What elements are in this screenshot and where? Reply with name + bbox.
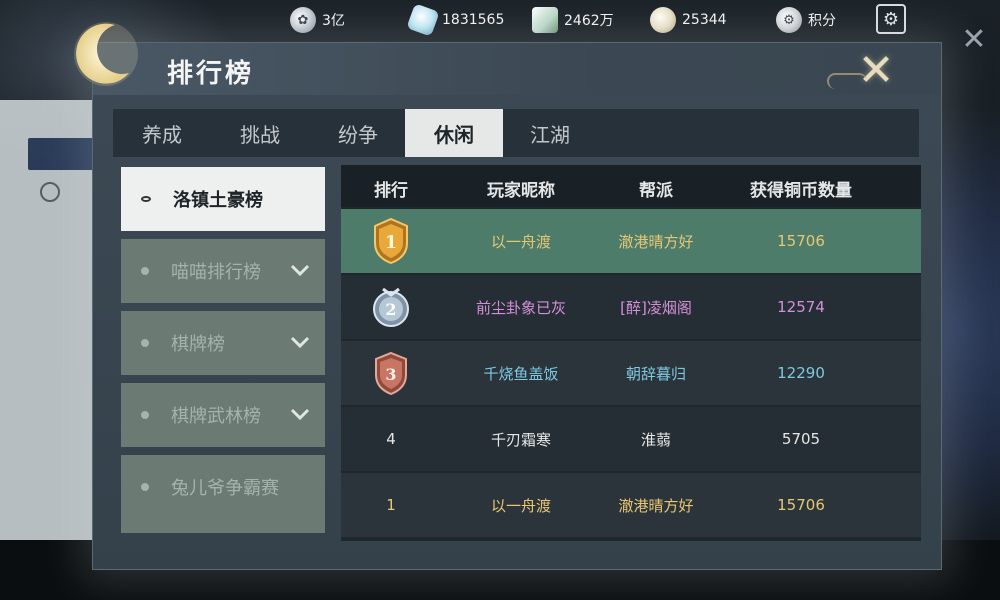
bullet-icon <box>141 339 149 347</box>
leaderboard-panel: 排行榜 ✕ 养成 挑战 纷争 休闲 江湖 洛镇土豪榜 喵喵排行榜 棋牌榜 棋牌武… <box>74 22 942 570</box>
resource-bar: ✿ 3亿 1831565 2462万 25344 ⚙ 积分 ⚙ <box>0 0 1000 40</box>
category-item-meow[interactable]: 喵喵排行榜 <box>121 239 325 303</box>
player-name: 以一舟渡 <box>490 496 551 515</box>
category-item-chess-wulin[interactable]: 棋牌武林榜 <box>121 383 325 447</box>
tab-challenge[interactable]: 挑战 <box>211 109 309 157</box>
category-label: 棋牌武林榜 <box>171 406 261 427</box>
resource-coins[interactable]: ✿ 3亿 <box>290 7 345 33</box>
tab-conflict[interactable]: 纷争 <box>309 109 407 157</box>
guild-name: 澈港晴方好 <box>618 496 694 515</box>
background-side-panel <box>0 100 100 540</box>
rank-cell: 1 <box>341 209 441 273</box>
category-tab-bar: 养成 挑战 纷争 休闲 江湖 <box>113 109 919 157</box>
category-item-chess[interactable]: 棋牌榜 <box>121 311 325 375</box>
resource-value: 积分 <box>808 13 836 29</box>
category-list-more[interactable] <box>121 519 325 533</box>
background-clock-icon <box>40 182 60 202</box>
coin-count: 12574 <box>777 298 825 316</box>
silver-medal-icon: 2 <box>373 287 409 327</box>
gold-medal-icon: 1 <box>374 217 408 265</box>
coin-count: 12290 <box>777 364 825 382</box>
points-icon: ⚙ <box>776 7 802 33</box>
guild-name: 朝辞暮归 <box>625 364 686 383</box>
resource-points[interactable]: ⚙ 积分 <box>776 7 836 33</box>
guild-name: 澈港晴方好 <box>618 232 694 251</box>
money-sack-icon <box>650 7 676 33</box>
bullet-icon <box>141 267 149 275</box>
background-tab <box>28 138 98 170</box>
svg-text:1: 1 <box>385 232 398 253</box>
table-row[interactable]: 4 千刃霜寒 淮蒻 5705 <box>341 407 921 471</box>
resource-value: 3亿 <box>322 13 345 29</box>
svg-text:2: 2 <box>385 300 396 319</box>
rank-cell: 2 <box>341 275 441 339</box>
coin-icon: ✿ <box>290 7 316 33</box>
panel-title: 排行榜 <box>167 59 255 89</box>
category-item-tyrant[interactable]: 洛镇土豪榜 <box>121 167 325 231</box>
guild-name: [醉]凌烟阁 <box>620 298 692 317</box>
ranking-table: 排行 玩家昵称 帮派 获得铜币数量 1 以一舟渡 澈港晴方好 15706 2 前… <box>341 165 921 541</box>
tab-leisure[interactable]: 休闲 <box>405 109 503 157</box>
tab-cultivation[interactable]: 养成 <box>113 109 211 157</box>
category-item-rabbit[interactable]: 兔儿爷争霸赛 <box>121 455 325 519</box>
player-name: 前尘卦象已灰 <box>475 298 566 317</box>
resource-money[interactable]: 25344 <box>650 7 727 33</box>
eye-icon <box>141 196 151 202</box>
table-row[interactable]: 2 前尘卦象已灰 [醉]凌烟阁 12574 <box>341 275 921 339</box>
bullet-icon <box>141 411 149 419</box>
close-button[interactable]: ✕ <box>827 47 907 95</box>
cloud-ornament <box>827 73 867 89</box>
resource-value: 25344 <box>682 12 727 28</box>
silver-gem-icon <box>406 3 440 37</box>
chevron-down-icon <box>290 336 310 349</box>
chevron-down-icon <box>290 408 310 421</box>
bronze-medal-icon: 3 <box>375 351 407 396</box>
rank-cell: 1 <box>386 496 396 514</box>
jade-scroll-icon <box>532 7 558 33</box>
coin-count: 5705 <box>781 430 821 448</box>
table-row[interactable]: 1 以一舟渡 澈港晴方好 15706 <box>341 209 921 273</box>
tab-jianghu[interactable]: 江湖 <box>501 109 599 157</box>
table-row-self[interactable]: 1 以一舟渡 澈港晴方好 15706 <box>341 473 921 537</box>
table-row[interactable]: 3 千烧鱼盖饭 朝辞暮归 12290 <box>341 341 921 405</box>
player-name: 千刃霜寒 <box>490 430 551 449</box>
coin-count: 15706 <box>777 232 825 250</box>
guild-name: 淮蒻 <box>640 430 671 449</box>
bullet-icon <box>141 483 149 491</box>
chevron-down-icon <box>290 264 310 277</box>
category-label: 兔儿爷争霸赛 <box>171 478 279 499</box>
coin-count: 15706 <box>777 496 825 514</box>
table-header: 排行 玩家昵称 帮派 获得铜币数量 <box>341 165 921 207</box>
moon-icon <box>74 22 138 86</box>
header-coins: 获得铜币数量 <box>750 181 852 201</box>
category-label: 棋牌榜 <box>171 334 225 355</box>
resource-jade[interactable]: 2462万 <box>532 7 614 33</box>
resource-silver[interactable]: 1831565 <box>406 3 505 37</box>
rank-cell: 4 <box>386 430 396 448</box>
player-name: 千烧鱼盖饭 <box>483 364 559 383</box>
header-guild: 帮派 <box>639 181 673 201</box>
category-label: 喵喵排行榜 <box>171 262 261 283</box>
resource-value: 2462万 <box>564 13 614 29</box>
rank-cell: 3 <box>341 341 441 405</box>
svg-text:3: 3 <box>385 365 396 384</box>
settings-icon[interactable]: ⚙ <box>876 4 906 34</box>
resource-value: 1831565 <box>442 12 505 28</box>
header-player: 玩家昵称 <box>487 181 555 201</box>
category-label: 洛镇土豪榜 <box>173 190 263 211</box>
player-name: 以一舟渡 <box>490 232 551 251</box>
outer-close-icon[interactable]: ✕ <box>958 24 990 56</box>
header-rank: 排行 <box>374 181 408 201</box>
